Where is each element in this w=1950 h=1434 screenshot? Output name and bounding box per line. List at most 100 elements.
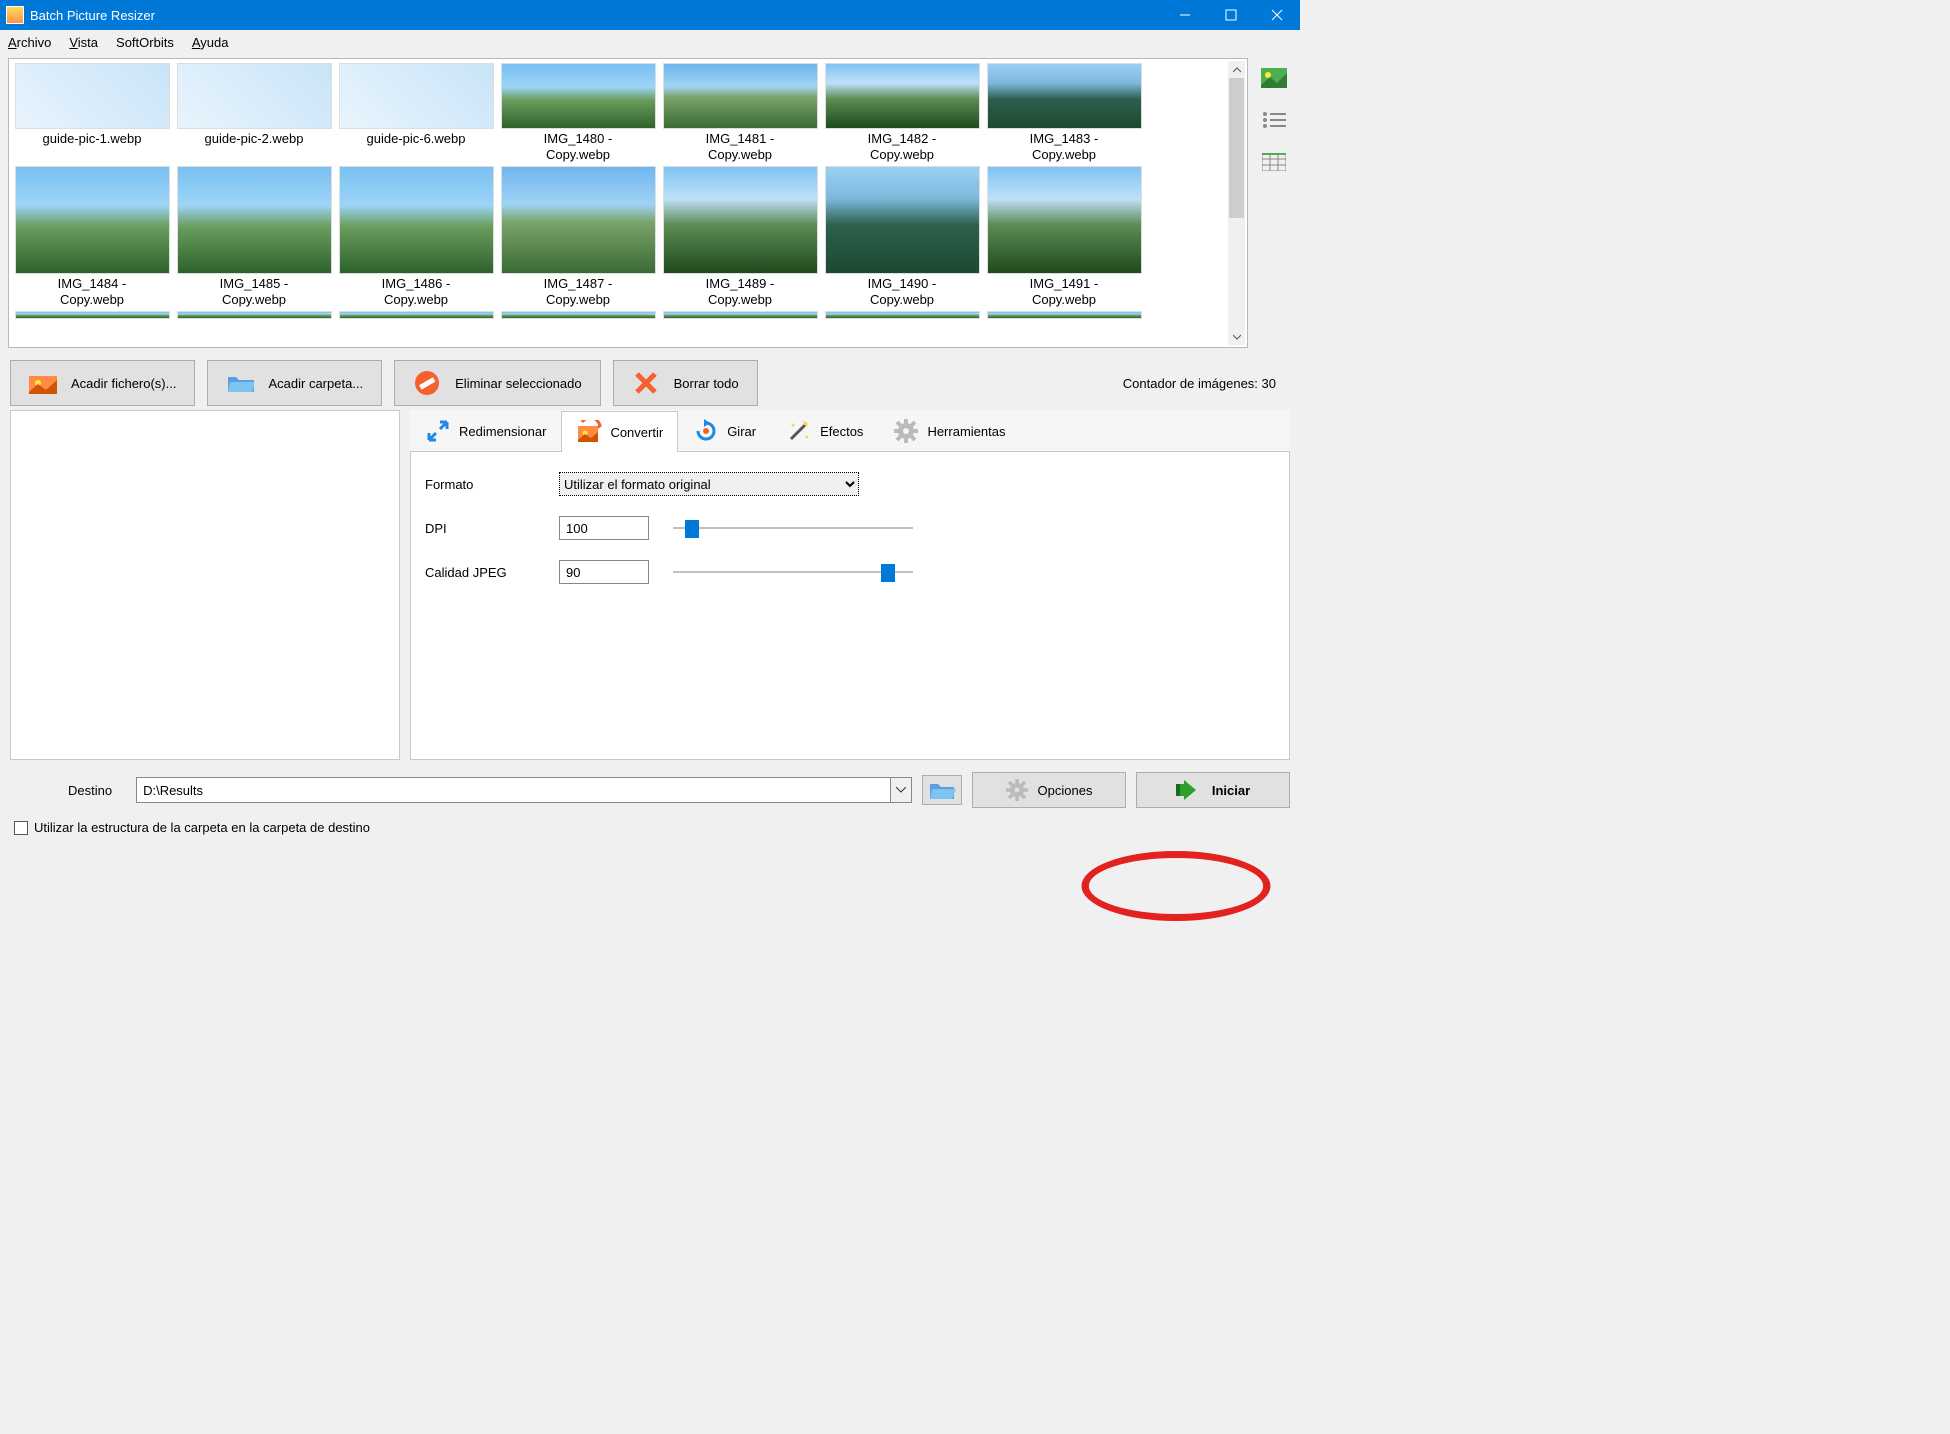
- convert-icon: [576, 419, 602, 445]
- thumb-image[interactable]: [177, 166, 332, 274]
- tab-effects[interactable]: Efectos: [771, 410, 878, 451]
- thumb-image[interactable]: [339, 166, 494, 274]
- remove-selected-label: Eliminar seleccionado: [455, 376, 581, 391]
- menu-vista[interactable]: Vista: [69, 35, 98, 50]
- remove-icon: [413, 369, 441, 397]
- chevron-down-icon[interactable]: [890, 777, 912, 803]
- folder-structure-checkbox[interactable]: [14, 821, 28, 835]
- tab-resize-label: Redimensionar: [459, 424, 546, 439]
- thumb-image[interactable]: [663, 166, 818, 274]
- tab-tools-label: Herramientas: [927, 424, 1005, 439]
- thumb-label: IMG_1490 - Copy.webp: [868, 276, 937, 307]
- thumb-image[interactable]: [663, 311, 818, 319]
- thumb-label: IMG_1482 - Copy.webp: [868, 131, 937, 162]
- gear-icon: [893, 418, 919, 444]
- add-files-button[interactable]: Acadir fichero(s)...: [10, 360, 195, 406]
- browse-folder-button[interactable]: [922, 775, 962, 805]
- tab-convert-label: Convertir: [610, 425, 663, 440]
- thumb-image[interactable]: [15, 311, 170, 319]
- view-mode-toolbar: [1256, 58, 1292, 348]
- clear-all-button[interactable]: Borrar todo: [613, 360, 758, 406]
- thumb-image[interactable]: [987, 166, 1142, 274]
- quality-input[interactable]: [559, 560, 649, 584]
- add-folder-button[interactable]: Acadir carpeta...: [207, 360, 382, 406]
- format-label: Formato: [425, 477, 545, 492]
- thumb-image[interactable]: [501, 166, 656, 274]
- tab-bar: Redimensionar Convertir Girar Efectos: [410, 410, 1290, 452]
- menu-softorbits[interactable]: SoftOrbits: [116, 35, 174, 50]
- format-select[interactable]: Utilizar el formato original: [559, 472, 859, 496]
- add-files-label: Acadir fichero(s)...: [71, 376, 176, 391]
- quality-slider-handle[interactable]: [881, 564, 895, 582]
- clear-all-label: Borrar todo: [674, 376, 739, 391]
- thumb-image[interactable]: [825, 311, 980, 319]
- scrollbar-thumb[interactable]: [1229, 78, 1244, 218]
- clear-icon: [632, 369, 660, 397]
- rotate-icon: [693, 418, 719, 444]
- menu-ayuda[interactable]: Ayuda: [192, 35, 229, 50]
- thumb-image[interactable]: [339, 311, 494, 319]
- thumb-label: IMG_1484 - Copy.webp: [58, 276, 127, 307]
- dpi-slider-handle[interactable]: [685, 520, 699, 538]
- tab-resize[interactable]: Redimensionar: [410, 410, 561, 451]
- gallery-scrollbar[interactable]: [1228, 61, 1245, 345]
- tab-effects-label: Efectos: [820, 424, 863, 439]
- maximize-button[interactable]: [1208, 0, 1254, 30]
- thumb-image[interactable]: [339, 63, 494, 129]
- destination-input[interactable]: [136, 777, 890, 803]
- menu-archivo[interactable]: Archivo: [8, 35, 51, 50]
- thumb-image[interactable]: [177, 311, 332, 319]
- thumb-image[interactable]: [663, 63, 818, 129]
- thumb-label: guide-pic-2.webp: [204, 131, 303, 147]
- effects-icon: [786, 418, 812, 444]
- options-button[interactable]: Opciones: [972, 772, 1126, 808]
- thumb-label: IMG_1485 - Copy.webp: [220, 276, 289, 307]
- quality-slider[interactable]: [673, 562, 913, 582]
- thumb-image[interactable]: [15, 63, 170, 129]
- remove-selected-button[interactable]: Eliminar seleccionado: [394, 360, 600, 406]
- dpi-label: DPI: [425, 521, 545, 536]
- thumb-label: IMG_1489 - Copy.webp: [706, 276, 775, 307]
- start-button[interactable]: Iniciar: [1136, 772, 1290, 808]
- thumb-image[interactable]: [987, 63, 1142, 129]
- preview-panel: [10, 410, 400, 760]
- quality-label: Calidad JPEG: [425, 565, 545, 580]
- add-files-icon: [29, 369, 57, 397]
- play-icon: [1176, 780, 1202, 800]
- tab-tools[interactable]: Herramientas: [878, 410, 1020, 451]
- minimize-button[interactable]: [1162, 0, 1208, 30]
- tab-convert[interactable]: Convertir: [561, 411, 678, 452]
- scroll-down-icon[interactable]: [1228, 328, 1245, 345]
- thumb-label: IMG_1486 - Copy.webp: [382, 276, 451, 307]
- app-icon: [6, 6, 24, 24]
- thumb-image[interactable]: [15, 166, 170, 274]
- options-label: Opciones: [1038, 783, 1093, 798]
- thumb-image[interactable]: [825, 166, 980, 274]
- tab-rotate-label: Girar: [727, 424, 756, 439]
- thumb-image[interactable]: [501, 311, 656, 319]
- add-folder-icon: [226, 369, 254, 397]
- view-thumbnails-icon[interactable]: [1256, 64, 1292, 92]
- view-details-icon[interactable]: [1256, 106, 1292, 134]
- start-label: Iniciar: [1212, 783, 1250, 798]
- dpi-input[interactable]: [559, 516, 649, 540]
- thumb-image[interactable]: [501, 63, 656, 129]
- view-grid-icon[interactable]: [1256, 148, 1292, 176]
- tab-rotate[interactable]: Girar: [678, 410, 771, 451]
- actions-toolbar: Acadir fichero(s)... Acadir carpeta... E…: [0, 352, 1300, 410]
- highlight-ring: [1082, 851, 1271, 921]
- menubar: Archivo Vista SoftOrbits Ayuda: [0, 30, 1300, 54]
- thumbnail-gallery[interactable]: guide-pic-1.webp guide-pic-2.webp guide-…: [8, 58, 1248, 348]
- destination-combo[interactable]: [136, 777, 912, 803]
- convert-panel: Formato Utilizar el formato original DPI…: [410, 452, 1290, 760]
- add-folder-label: Acadir carpeta...: [268, 376, 363, 391]
- dpi-slider[interactable]: [673, 518, 913, 538]
- folder-structure-label: Utilizar la estructura de la carpeta en …: [34, 820, 370, 835]
- scroll-up-icon[interactable]: [1228, 61, 1245, 78]
- thumb-label: IMG_1481 - Copy.webp: [706, 131, 775, 162]
- thumb-label: guide-pic-1.webp: [42, 131, 141, 147]
- thumb-image[interactable]: [987, 311, 1142, 319]
- thumb-image[interactable]: [177, 63, 332, 129]
- thumb-image[interactable]: [825, 63, 980, 129]
- close-button[interactable]: [1254, 0, 1300, 30]
